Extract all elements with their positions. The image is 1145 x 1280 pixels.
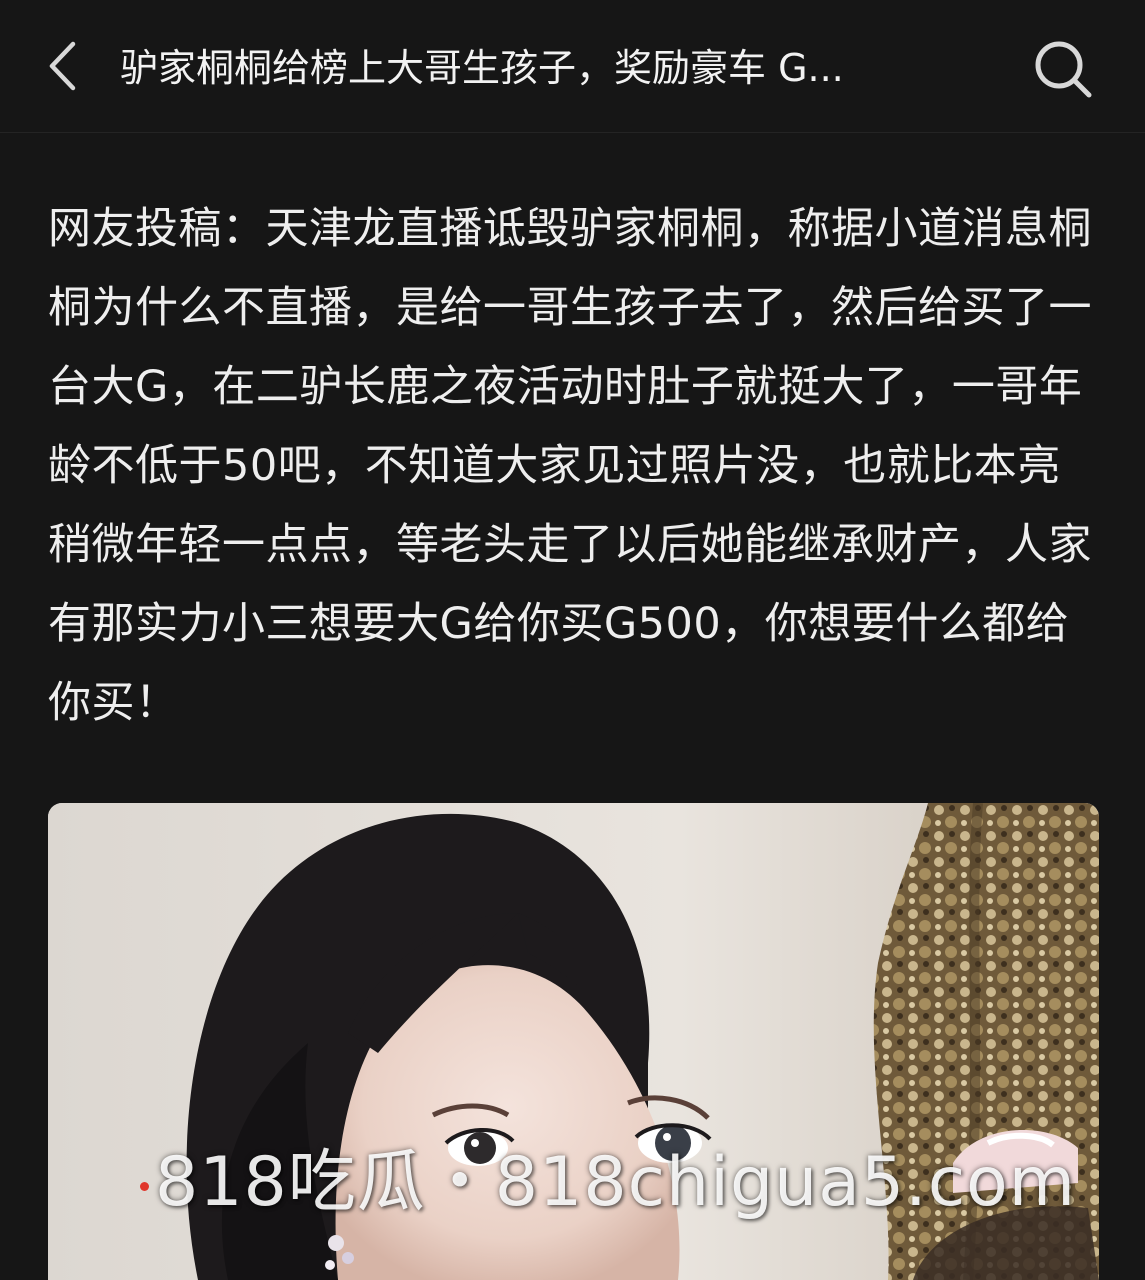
back-button[interactable] bbox=[40, 36, 86, 96]
watermark: 818吃瓜・818chigua5.com bbox=[140, 1138, 1140, 1228]
watermark-dot-icon bbox=[140, 1181, 149, 1191]
top-nav-bar: 驴家桐桐给榜上大哥生孩子，奖励豪车 G... bbox=[0, 0, 1145, 133]
post-body-text: 网友投稿：天津龙直播诋毁驴家桐桐，称据小道消息桐桐为什么不直播，是给一哥生孩子去… bbox=[48, 204, 1092, 728]
search-icon bbox=[1035, 41, 1092, 98]
page-title: 驴家桐桐给榜上大哥生孩子，奖励豪车 G... bbox=[120, 46, 844, 90]
search-button[interactable] bbox=[1030, 36, 1096, 102]
chevron-left-icon bbox=[49, 41, 76, 91]
watermark-text: 818吃瓜・818chigua5.com bbox=[155, 1143, 1077, 1222]
